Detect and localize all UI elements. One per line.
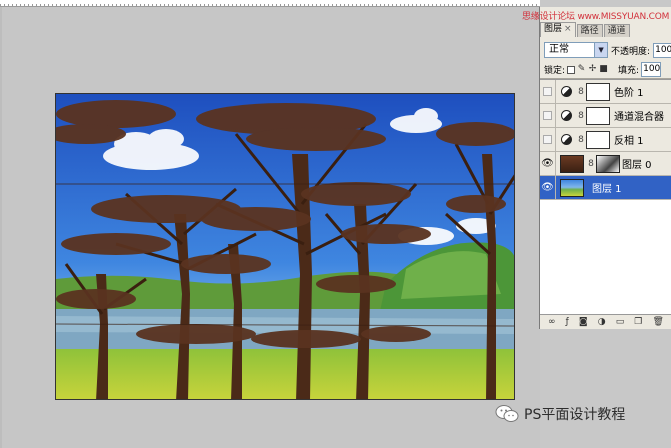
adjustment-layer-icon <box>560 86 572 97</box>
visibility-toggle[interactable] <box>540 79 556 104</box>
canvas-image <box>56 94 514 399</box>
chevron-down-icon[interactable]: ▼ <box>594 43 608 57</box>
layer-name: 图层 0 <box>622 160 652 171</box>
chain-link-icon: 8 <box>578 110 584 121</box>
eye-icon <box>543 135 552 144</box>
chain-link-icon: 8 <box>578 134 584 145</box>
brand-name: PS平面设计教程 <box>524 407 626 423</box>
opacity-input[interactable]: 100 <box>653 42 671 58</box>
layer-mask-thumbnail[interactable] <box>586 82 610 101</box>
wechat-icon <box>495 405 519 422</box>
layer-style-icon[interactable]: ƒ <box>566 317 569 327</box>
panel-bottom-bar: ∞ ƒ ◙ ◑ ▭ ❐ 🗑 <box>540 314 671 329</box>
document-canvas[interactable] <box>55 93 515 400</box>
eye-icon: 👁 <box>541 182 554 193</box>
visibility-toggle[interactable]: 👁 <box>540 151 556 176</box>
tab-paths[interactable]: 路径 <box>576 24 603 37</box>
visibility-toggle[interactable]: 👁 <box>540 175 556 200</box>
layer-mask-thumbnail[interactable] <box>586 130 610 149</box>
blend-opacity-row: 正常 ▼ 不透明度: 100 <box>540 39 671 61</box>
fill-label: 填充: <box>618 66 640 76</box>
layer-row-levels[interactable]: 8 色阶 1 <box>540 79 671 104</box>
fill-input[interactable]: 100 <box>641 62 662 77</box>
new-adjustment-icon[interactable]: ◑ <box>598 317 606 327</box>
blend-mode-select[interactable]: 正常 ▼ <box>544 42 609 58</box>
chain-link-icon: 8 <box>578 86 584 97</box>
panel-tabs: 图层 × 路径 通道 <box>540 21 671 37</box>
lock-paint-icon[interactable]: ✎ <box>577 65 586 74</box>
eye-icon: 👁 <box>541 158 554 169</box>
horizontal-ruler <box>0 0 540 7</box>
new-layer-icon[interactable]: ❐ <box>634 317 642 327</box>
delete-layer-icon[interactable]: 🗑 <box>652 317 663 327</box>
layer-thumbnail[interactable] <box>560 178 584 197</box>
chain-link-icon: 8 <box>588 158 594 169</box>
brand-signature: PS平面设计教程 <box>495 404 625 424</box>
layer-row-layer1[interactable]: 👁 图层 1 <box>540 175 671 200</box>
layer-name: 反相 1 <box>614 136 644 147</box>
opacity-label: 不透明度: <box>611 46 651 57</box>
lock-transparency-icon[interactable] <box>567 65 576 74</box>
layers-list: 8 色阶 1 8 通道混合器 8 反相 1 👁 8 图层 0 👁 图层 1 <box>540 79 671 314</box>
adjustment-layer-icon <box>560 110 572 121</box>
lock-fill-row: 锁定: ✎ ✢ ■ 填充: 100 <box>540 61 671 79</box>
visibility-toggle[interactable] <box>540 103 556 128</box>
lock-label: 锁定: <box>544 66 566 76</box>
layer-name: 图层 1 <box>592 184 622 195</box>
watermark-text: 思缘设计论坛 www.MISSYUAN.COM <box>522 12 670 22</box>
layer-row-invert[interactable]: 8 反相 1 <box>540 127 671 152</box>
visibility-toggle[interactable] <box>540 127 556 152</box>
lock-move-icon[interactable]: ✢ <box>588 65 597 74</box>
eye-icon <box>543 111 552 120</box>
eye-icon <box>543 87 552 96</box>
layer-row-channel-mixer[interactable]: 8 通道混合器 <box>540 103 671 128</box>
new-group-icon[interactable]: ▭ <box>616 317 625 327</box>
layer-mask-thumbnail[interactable] <box>586 106 610 125</box>
adjustment-layer-icon <box>560 134 572 145</box>
layer-row-layer0[interactable]: 👁 8 图层 0 <box>540 151 671 176</box>
layers-panel: 图层 × 路径 通道 正常 ▼ 不透明度: 100 锁定: ✎ ✢ ■ 填充: 1… <box>539 7 671 329</box>
lock-all-icon[interactable]: ■ <box>599 65 608 74</box>
layer-name: 通道混合器 <box>614 112 664 123</box>
layer-mask-thumbnail[interactable] <box>596 154 620 173</box>
layer-thumbnail[interactable] <box>560 154 584 173</box>
tab-close-icon[interactable]: × <box>564 24 572 34</box>
tab-layers[interactable]: 图层 × <box>540 22 576 37</box>
tab-channels[interactable]: 通道 <box>603 24 630 37</box>
add-mask-icon[interactable]: ◙ <box>579 317 588 327</box>
layer-name: 色阶 1 <box>614 88 644 99</box>
link-layers-icon[interactable]: ∞ <box>548 317 556 327</box>
